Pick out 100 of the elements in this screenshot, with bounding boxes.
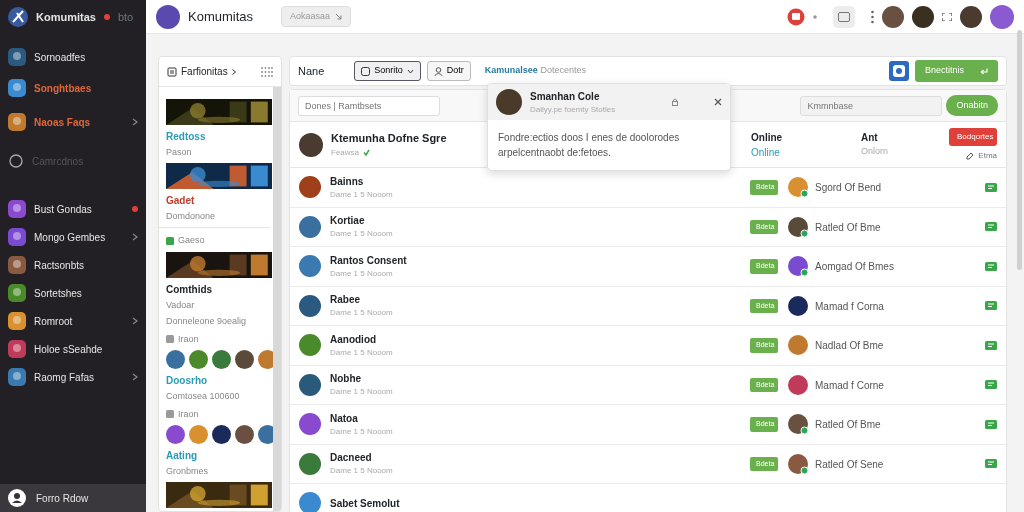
brand-suffix: bto [117,9,134,25]
member-name: Aanodiod [330,332,377,347]
game-icon [8,256,26,274]
avatar [166,350,185,369]
member-name: Smanhan Cole [530,89,600,104]
item-text: Pason [166,146,192,159]
chevron-icon [132,373,138,381]
chevron-icon [132,317,138,325]
app-title: Komumitas [188,7,254,26]
return-icon [980,67,988,75]
avatar [212,350,231,369]
sidebar-item[interactable]: Sortetshes [0,279,146,307]
chat-icon[interactable] [985,261,997,271]
avatar [299,176,321,199]
game-icon [8,79,26,97]
member-subtitle: Dame 1 5 Nooom [330,386,393,399]
chat-icon[interactable] [985,301,997,311]
user-bar[interactable]: Forro Rdow [0,484,146,512]
avatar [166,425,185,444]
chat-icon[interactable] [985,340,997,350]
game-name: Aomgad Of Bmes [815,261,894,272]
member-subtitle: Dame 1 5 Nooom [330,425,393,438]
member-name: Rantos Consent [330,253,407,268]
profile-icon[interactable] [888,61,909,81]
dot-icon [813,14,817,19]
avatar[interactable] [960,5,982,28]
sidebar-item[interactable]: Raomg Fafas [0,363,146,391]
chat-icon[interactable] [985,459,997,469]
scrollbar[interactable] [1017,30,1022,270]
chevron-icon [132,233,138,241]
avatar [299,413,321,436]
member-subtitle: Dame 1 5 Nooom [330,307,393,320]
edit-link[interactable]: Etma [966,149,997,162]
game-name: Mamad f Corne [815,379,884,391]
item-title[interactable]: Comthids [166,281,213,297]
member-name: Ktemunha Dofne Sgre [331,131,447,147]
item-text: Donneleone 9oealig [166,315,247,328]
avatar[interactable] [882,5,904,28]
member-name: Rabee [330,293,360,308]
sort-icon [361,66,371,76]
member-subtitle: Dame 1 5 Nooom [330,346,393,359]
sidebar-item[interactable]: Sornoadfes [0,43,146,71]
chat-icon [8,153,24,169]
item-text: Vadoar [166,298,195,312]
item-meta: Iraon [178,407,199,421]
member-name: Bainns [330,174,364,189]
game-icon [8,48,26,66]
chat-icon[interactable] [985,380,997,390]
toolbar-label: Nane [298,63,325,79]
lock-icon [672,98,678,106]
item-meta: Iraon [178,332,199,346]
chat-icon[interactable] [985,222,997,232]
chevron-icon [132,118,138,126]
close-icon[interactable] [714,98,722,106]
sort-dropdown[interactable]: Sonrito [354,61,421,81]
grid-icon[interactable] [261,66,273,77]
member-row[interactable]: Sabet Semolut [290,484,1006,512]
game-icon [8,113,26,131]
member-name: Natoa [330,411,358,426]
avatar [299,373,321,396]
filter-button[interactable]: Dotr [426,61,471,81]
sidebar-item[interactable]: Naoas Faqs [0,105,146,139]
logo-icon [8,7,28,27]
item-text: Gronbmes [166,465,209,478]
member-role: Feawsa [331,146,359,159]
game-icon [8,284,26,302]
avatar [235,425,254,444]
message-button[interactable] [833,5,855,28]
member-subtitle: Dame 1 5 Nooom [330,267,393,280]
sidebar-item[interactable]: Romroot [0,307,146,335]
more-icon[interactable] [871,9,874,24]
avatar [258,350,273,369]
search-field[interactable]: Kmmnbase [800,95,943,116]
chat-icon[interactable] [985,182,997,192]
chevron-icon[interactable] [231,68,236,75]
status-text: Onlorn [861,145,888,159]
sidebar-item[interactable]: Ractsonbts [0,251,146,279]
caret-icon [406,68,414,74]
notification-icon[interactable] [787,7,805,26]
avatar [299,294,321,317]
avatar [299,334,321,357]
sidebar-item[interactable]: Mongo Gembes [0,223,146,251]
member-subtitle: Dailyy.pe foemty Stotles [530,103,616,116]
avatar [299,492,321,512]
brand-name: Komumitas [36,9,96,25]
avatar[interactable] [912,5,934,28]
item-title[interactable]: Gadet [166,192,195,208]
chat-icon[interactable] [985,419,997,429]
avatar [235,350,254,369]
sidebar-item[interactable]: Songhtbaes [0,71,146,105]
expand-icon[interactable] [942,12,952,21]
sidebar-item[interactable]: Bust Gondas [0,195,146,223]
avatar [258,425,273,444]
sidebar-item[interactable]: Holoe sSeahde [0,335,146,363]
avatar [299,255,321,278]
filter-field[interactable]: Dones | Ramtbsets [298,95,440,116]
avatar [212,425,231,444]
report-button[interactable]: Bodqortes [949,127,997,146]
status-dot [103,14,110,20]
status-text: Online [751,145,780,160]
